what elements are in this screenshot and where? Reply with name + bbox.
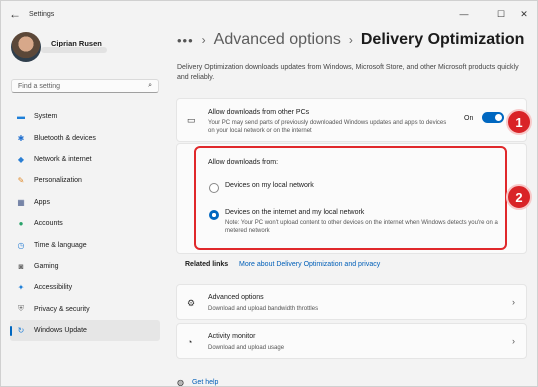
get-help-link[interactable]: ◍ Get help — [177, 378, 218, 387]
accessibility-icon: ✦ — [17, 283, 25, 293]
allow-downloads-card: ▭ Allow downloads from other PCs Your PC… — [176, 98, 527, 142]
sidebar-item-system[interactable]: ▬ System — [10, 106, 160, 127]
sidebar-item-label: Apps — [34, 198, 50, 206]
sidebar-item-network-internet[interactable]: ◆ Network & internet — [10, 149, 160, 170]
settings-window: ← Settings — ☐ ✕ Ciprian Rusen Find a se… — [0, 0, 538, 387]
sidebar-item-label: Time & language — [34, 241, 87, 249]
get-help-label: Get help — [191, 379, 219, 386]
sidebar-item-label: Gaming — [34, 262, 59, 270]
sidebar-item-privacy-security[interactable]: ⛨ Privacy & security — [10, 299, 160, 320]
apps-icon: ▦ — [17, 197, 25, 207]
avatar — [11, 32, 41, 62]
sidebar-item-label: Accounts — [34, 220, 63, 228]
bluetooth-icon: ✱ — [17, 133, 25, 143]
annotation-badge-2: 2 — [506, 184, 532, 210]
activity-monitor-icon: ◔ — [187, 337, 193, 347]
sidebar-item-label: Bluetooth & devices — [34, 134, 96, 142]
chevron-right-icon: › — [201, 33, 206, 47]
sidebar-item-label: Privacy & security — [34, 305, 90, 313]
sidebar-item-label: Accessibility — [34, 284, 73, 292]
chevron-right-icon: › — [512, 336, 515, 346]
search-placeholder: Find a setting — [18, 82, 61, 90]
windows-update-icon: ↻ — [17, 326, 25, 336]
network-icon: ◆ — [17, 154, 25, 164]
toggle-state-label: On — [464, 115, 474, 122]
sidebar-item-label: Personalization — [34, 177, 82, 185]
allow-downloads-subtitle: Your PC may send parts of previously dow… — [208, 120, 447, 134]
time-language-icon: ◷ — [17, 240, 25, 250]
app-title: Settings — [29, 10, 55, 18]
breadcrumb: ••• › Advanced options › Delivery Optimi… — [177, 31, 524, 49]
shield-icon: ⛨ — [18, 304, 24, 314]
system-icon: ▬ — [17, 112, 25, 122]
sidebar: Ciprian Rusen Find a setting ⌕ ▬ System ✱ B… — [1, 27, 169, 387]
activity-monitor-card[interactable]: ◔ Activity monitor Download and upload u… — [176, 323, 527, 359]
profile-email-redacted — [41, 47, 107, 53]
search-input[interactable]: Find a setting ⌕ — [11, 79, 159, 93]
advanced-options-card[interactable]: ⚙ Advanced options Download and upload b… — [176, 284, 527, 320]
chevron-right-icon: › — [512, 297, 515, 307]
annotation-badge-1: 1 — [506, 109, 532, 135]
allow-downloads-toggle[interactable] — [482, 112, 504, 123]
minimize-icon[interactable]: — — [449, 1, 479, 27]
page-description: Delivery Optimization downloads updates … — [177, 64, 519, 81]
sidebar-item-time-language[interactable]: ◷ Time & language — [10, 234, 160, 255]
pc-icon: ▭ — [187, 115, 196, 125]
sidebar-item-personalization[interactable]: ✎ Personalization — [10, 170, 160, 191]
breadcrumb-parent[interactable]: Advanced options — [214, 31, 341, 49]
sidebar-item-apps[interactable]: ▦ Apps — [10, 192, 160, 213]
brush-icon: ✎ — [17, 176, 25, 186]
close-icon[interactable]: ✕ — [509, 1, 538, 27]
back-arrow-icon[interactable]: ← — [3, 1, 27, 27]
sidebar-item-label: Windows Update — [34, 327, 87, 335]
help-icon: ◍ — [177, 378, 184, 387]
annotation-highlight-box — [194, 146, 507, 250]
chevron-right-icon: › — [348, 33, 353, 47]
breadcrumb-overflow[interactable]: ••• — [177, 33, 194, 48]
advanced-options-subtitle: Download and upload bandwidth throttles — [208, 306, 319, 312]
sidebar-item-gaming[interactable]: ◙ Gaming — [10, 256, 160, 277]
sidebar-item-label: System — [34, 113, 58, 121]
accounts-icon: ● — [18, 219, 24, 229]
allow-downloads-title: Allow downloads from other PCs — [208, 109, 310, 116]
sidebar-item-accessibility[interactable]: ✦ Accessibility — [10, 277, 160, 298]
search-icon: ⌕ — [148, 82, 152, 89]
sidebar-item-accounts[interactable]: ● Accounts — [10, 213, 160, 234]
sidebar-nav: ▬ System ✱ Bluetooth & devices ◆ Network & in… — [10, 106, 160, 342]
sidebar-item-label: Network & internet — [34, 155, 92, 163]
sidebar-item-windows-update[interactable]: ↻ Windows Update — [10, 319, 160, 342]
gear-icon: ⚙ — [187, 298, 196, 308]
related-links-label: Related links — [185, 261, 229, 268]
page-title: Delivery Optimization — [360, 31, 525, 48]
advanced-options-title: Advanced options — [208, 294, 264, 301]
activity-monitor-title: Activity monitor — [208, 333, 256, 340]
activity-monitor-subtitle: Download and upload usage — [208, 345, 285, 351]
sidebar-item-bluetooth-devices[interactable]: ✱ Bluetooth & devices — [10, 127, 160, 148]
gaming-icon: ◙ — [18, 261, 24, 271]
delivery-optimization-privacy-link[interactable]: More about Delivery Optimization and pri… — [239, 261, 380, 268]
